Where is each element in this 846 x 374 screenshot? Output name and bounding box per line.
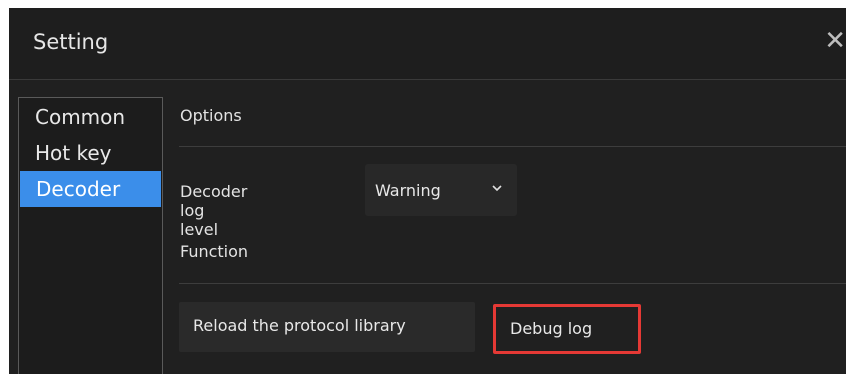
debug-log-button[interactable]: Debug log	[493, 304, 641, 354]
decoder-log-level-value: Warning	[375, 181, 441, 200]
chevron-down-icon	[492, 185, 502, 192]
debug-button-label: Debug log	[510, 319, 593, 338]
reload-button-label: Reload the protocol library	[193, 316, 406, 335]
close-icon[interactable]: ✕	[824, 28, 846, 54]
sidebar-item-decoder[interactable]: Decoder	[20, 171, 161, 207]
function-section-label: Function	[180, 242, 249, 261]
sidebar-item-common[interactable]: Common	[19, 99, 162, 135]
settings-dialog: Setting ✕ Common Hot key Decoder Options…	[9, 8, 846, 374]
options-divider	[179, 146, 846, 147]
settings-sidebar: Common Hot key Decoder	[18, 97, 163, 374]
sidebar-item-hot-key[interactable]: Hot key	[19, 135, 162, 171]
decoder-log-level-select[interactable]: Warning	[365, 164, 517, 216]
reload-protocol-library-button[interactable]: Reload the protocol library	[179, 302, 475, 352]
decoder-log-level-label: Decoder log level	[180, 182, 248, 239]
title-bar: Setting ✕	[9, 8, 846, 80]
dialog-title: Setting	[33, 30, 109, 54]
options-section-label: Options	[180, 106, 242, 125]
function-divider	[179, 283, 846, 284]
